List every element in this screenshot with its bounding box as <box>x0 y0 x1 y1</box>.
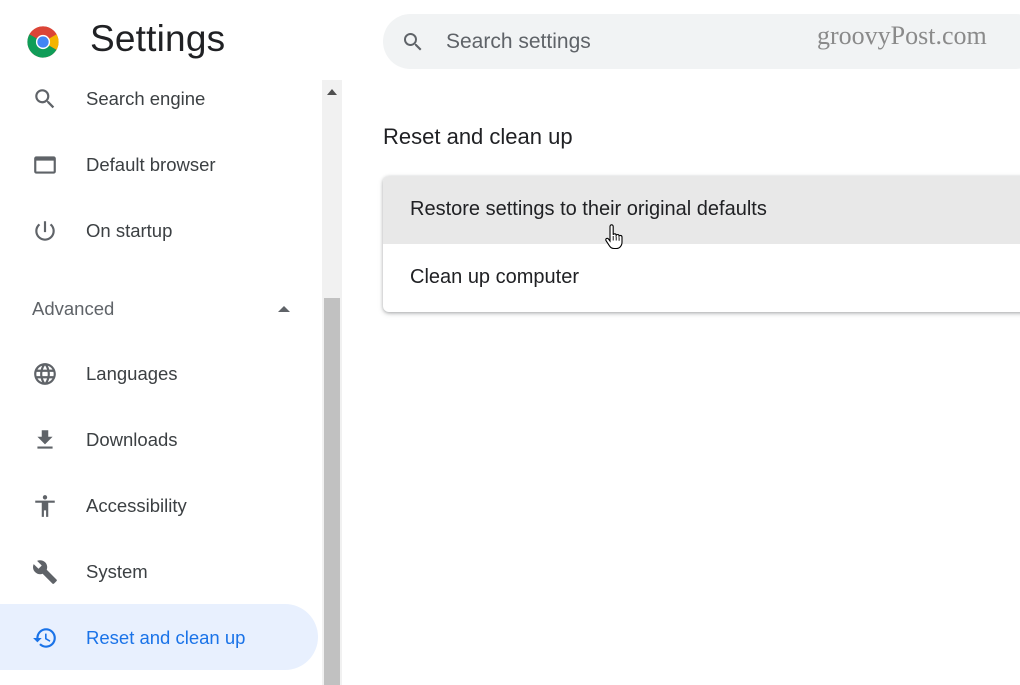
clean-up-computer-label: Clean up computer <box>410 266 579 288</box>
section-title: Reset and clean up <box>383 124 573 149</box>
search-icon <box>35 89 55 109</box>
sidebar-item-downloads[interactable]: Downloads <box>0 406 318 472</box>
sidebar-item-system[interactable]: System <box>0 538 318 604</box>
accessibility-icon <box>35 495 55 517</box>
browser-window-icon <box>34 156 56 174</box>
sidebar-item-on-startup[interactable]: On startup <box>0 197 318 263</box>
download-icon <box>37 430 53 449</box>
sidebar-item-label: Default browser <box>86 154 216 175</box>
history-icon <box>33 628 56 648</box>
hand-pointer-cursor-icon <box>605 224 623 250</box>
search-icon <box>404 33 422 51</box>
sidebar-item-label: Search engine <box>86 88 206 109</box>
restore-defaults-label: Restore settings to their original defau… <box>410 198 767 220</box>
sidebar-scrollbar[interactable] <box>322 80 342 685</box>
wrench-icon <box>33 560 57 584</box>
sidebar-item-label: System <box>86 561 148 582</box>
sidebar: Search engine Default browser On startup… <box>0 80 322 685</box>
sidebar-item-accessibility[interactable]: Accessibility <box>0 472 318 538</box>
reset-options-card: Restore settings to their original defau… <box>383 176 1020 312</box>
search-input[interactable]: Search settings <box>446 30 591 54</box>
clean-up-computer-row[interactable]: Clean up computer <box>383 244 1020 312</box>
sidebar-item-label: Reset and clean up <box>86 627 246 648</box>
globe-icon <box>34 363 56 385</box>
restore-defaults-row[interactable]: Restore settings to their original defau… <box>383 176 1020 244</box>
sidebar-advanced-toggle[interactable]: Advanced <box>0 283 318 333</box>
sidebar-item-reset-and-clean-up[interactable]: Reset and clean up <box>0 604 318 670</box>
sidebar-item-languages[interactable]: Languages <box>0 340 318 406</box>
power-icon <box>35 221 55 241</box>
sidebar-item-default-browser[interactable]: Default browser <box>0 131 318 197</box>
sidebar-item-search-engine[interactable]: Search engine <box>0 80 318 131</box>
sidebar-item-label: Languages <box>86 363 178 384</box>
chrome-logo-icon <box>27 26 59 58</box>
page-title: Settings <box>90 18 226 59</box>
sidebar-item-label: On startup <box>86 220 173 241</box>
scroll-up-arrow-icon[interactable] <box>327 88 337 96</box>
caret-up-icon <box>278 306 290 312</box>
advanced-label: Advanced <box>32 298 115 319</box>
watermark: groovyPost.com <box>817 21 987 50</box>
scrollbar-thumb[interactable] <box>324 298 340 685</box>
sidebar-item-label: Accessibility <box>86 495 187 516</box>
sidebar-item-label: Downloads <box>86 429 178 450</box>
